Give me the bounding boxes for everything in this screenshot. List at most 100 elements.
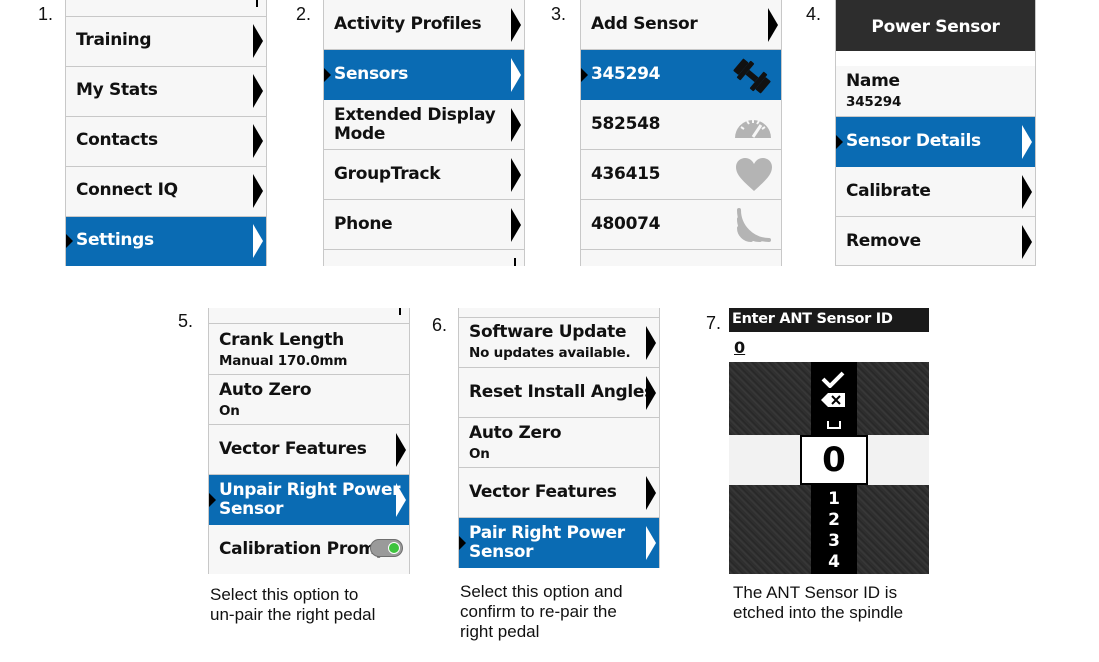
step-number-2: 2. bbox=[296, 4, 312, 24]
dumbbell-icon bbox=[733, 58, 771, 94]
menu-item-sensor-details[interactable]: Sensor Details bbox=[836, 117, 1035, 167]
menu-item-contacts[interactable]: Contacts bbox=[66, 117, 266, 167]
menu-item-label: Training bbox=[76, 30, 152, 50]
ant-signal-icon bbox=[737, 208, 771, 242]
field-value: Manual 170.0mm bbox=[219, 353, 348, 369]
step-number-3: 3. bbox=[551, 4, 567, 24]
menu-item-sensors[interactable]: Sensors bbox=[324, 50, 524, 100]
menu-item-label-line2: Sensor bbox=[219, 499, 284, 519]
menu-item-pair-right-power-sensor[interactable]: Pair Right Power Sensor bbox=[459, 518, 659, 568]
menu-item-label-line1: Unpair Right Power bbox=[219, 480, 401, 500]
caption-step-5: Select this option to un-pair the right … bbox=[210, 585, 375, 625]
menu-item-unpair-right-power-sensor[interactable]: Unpair Right Power Sensor bbox=[209, 475, 409, 525]
auto-zero-field[interactable]: Auto Zero On bbox=[209, 375, 409, 425]
sensor-id-label: 345294 bbox=[591, 64, 661, 84]
chevron-right-icon bbox=[646, 526, 656, 560]
heart-icon bbox=[736, 158, 772, 191]
sensor-item-582548[interactable]: 582548 bbox=[581, 100, 781, 150]
chevron-right-icon bbox=[768, 8, 778, 42]
menu-item-label-line1: Pair Right Power bbox=[469, 523, 625, 543]
chevron-right-icon bbox=[253, 24, 263, 58]
chevron-right-icon bbox=[511, 108, 521, 142]
menu-item-partial bbox=[581, 250, 781, 266]
field-label: Software Update bbox=[469, 322, 627, 342]
screen-pedal-settings-right: Crank Length Manual 170.0mm Auto Zero On… bbox=[208, 308, 410, 574]
auto-zero-field[interactable]: Auto Zero On bbox=[459, 418, 659, 468]
screen-power-sensor: Power Sensor Name 345294 Sensor Details … bbox=[835, 0, 1036, 266]
chevron-right-icon bbox=[511, 8, 521, 42]
field-value: 345294 bbox=[846, 94, 902, 110]
screen-settings-menu: Activity Profiles Sensors Extended Displ… bbox=[323, 0, 525, 266]
field-label: Name bbox=[846, 71, 900, 91]
page-title: Power Sensor bbox=[871, 17, 1000, 37]
menu-item-label: Phone bbox=[334, 214, 393, 234]
number-picker[interactable]: 0 1 2 3 4 bbox=[800, 362, 868, 574]
speedometer-icon bbox=[735, 119, 771, 138]
selection-marker-icon bbox=[209, 493, 216, 507]
field-label: Auto Zero bbox=[469, 423, 562, 443]
chevron-right-icon bbox=[253, 74, 263, 108]
checkmark-icon[interactable] bbox=[821, 370, 845, 388]
chevron-right-icon bbox=[511, 158, 521, 192]
menu-item-remove[interactable]: Remove bbox=[836, 217, 1035, 266]
chevron-right-icon bbox=[1022, 175, 1032, 209]
screen-enter-ant-id: Enter ANT Sensor ID 0 0 1 2 3 4 bbox=[729, 308, 929, 574]
sensor-item-480074[interactable]: 480074 bbox=[581, 200, 781, 250]
menu-item-connect-iq[interactable]: Connect IQ bbox=[66, 167, 266, 217]
menu-item-phone[interactable]: Phone bbox=[324, 200, 524, 250]
menu-item-label: My Stats bbox=[76, 80, 158, 100]
chevron-right-icon bbox=[253, 224, 263, 258]
menu-item-settings[interactable]: Settings bbox=[66, 217, 266, 266]
caption-line: The ANT Sensor ID is bbox=[733, 583, 898, 602]
menu-item-label: Connect IQ bbox=[76, 180, 178, 200]
selection-marker-icon bbox=[459, 536, 466, 550]
sensor-item-436415[interactable]: 436415 bbox=[581, 150, 781, 200]
calibration-prompt-toggle[interactable] bbox=[370, 539, 403, 557]
backspace-icon[interactable] bbox=[820, 392, 846, 408]
field-value: On bbox=[219, 403, 240, 419]
sensor-id-label: 436415 bbox=[591, 164, 661, 184]
menu-item-reset-install-angles[interactable]: Reset Install Angles bbox=[459, 368, 659, 418]
menu-scroll-edge bbox=[209, 308, 409, 324]
menu-item-calibrate[interactable]: Calibrate bbox=[836, 167, 1035, 217]
menu-item-my-stats[interactable]: My Stats bbox=[66, 67, 266, 117]
screen-main-menu: Training My Stats Contacts Connect IQ Se… bbox=[65, 0, 267, 266]
menu-item-label: GroupTrack bbox=[334, 164, 441, 184]
menu-item-label: Sensors bbox=[334, 64, 409, 84]
picker-digit[interactable]: 2 bbox=[811, 510, 857, 530]
menu-item-label-line1: Extended Display bbox=[334, 105, 496, 125]
chevron-right-icon bbox=[396, 483, 406, 517]
step-number-4: 4. bbox=[806, 4, 822, 24]
menu-item-activity-profiles[interactable]: Activity Profiles bbox=[324, 0, 524, 50]
menu-item-grouptrack[interactable]: GroupTrack bbox=[324, 150, 524, 200]
chevron-right-icon bbox=[253, 124, 263, 158]
menu-item-add-sensor[interactable]: Add Sensor bbox=[581, 0, 781, 50]
menu-item-training[interactable]: Training bbox=[66, 17, 266, 67]
field-value: No updates available. bbox=[469, 345, 631, 361]
menu-item-label: Calibrate bbox=[846, 181, 931, 201]
menu-item-label-line2: Sensor bbox=[469, 542, 534, 562]
screen-pedal-settings-pair: Software Update No updates available. Re… bbox=[458, 308, 660, 568]
menu-item-label: Calibration Prompt bbox=[219, 539, 396, 559]
picker-digit[interactable]: 4 bbox=[811, 552, 857, 572]
software-update-field[interactable]: Software Update No updates available. bbox=[459, 318, 659, 368]
space-icon[interactable] bbox=[826, 420, 842, 430]
crank-length-field[interactable]: Crank Length Manual 170.0mm bbox=[209, 324, 409, 375]
sensor-id-label: 582548 bbox=[591, 114, 661, 134]
picker-digit[interactable]: 3 bbox=[811, 531, 857, 551]
picker-digit[interactable]: 1 bbox=[811, 489, 857, 509]
calibration-prompt-row[interactable]: Calibration Prompt bbox=[209, 525, 409, 574]
step-number-7: 7. bbox=[706, 313, 722, 333]
menu-item-extended-display-mode[interactable]: Extended Display Mode bbox=[324, 100, 524, 150]
field-label: Crank Length bbox=[219, 330, 344, 350]
sensor-id-entry[interactable]: 0 bbox=[734, 338, 745, 357]
chevron-right-icon bbox=[396, 433, 406, 467]
menu-item-vector-features[interactable]: Vector Features bbox=[459, 468, 659, 518]
menu-item-label: Contacts bbox=[76, 130, 158, 150]
sensor-name-field[interactable]: Name 345294 bbox=[836, 66, 1035, 117]
caption-step-6: Select this option and confirm to re-pai… bbox=[460, 582, 623, 642]
picker-selected-box[interactable]: 0 bbox=[800, 435, 868, 485]
menu-item-vector-features[interactable]: Vector Features bbox=[209, 425, 409, 475]
chevron-right-icon bbox=[1022, 225, 1032, 259]
sensor-item-345294[interactable]: 345294 bbox=[581, 50, 781, 100]
